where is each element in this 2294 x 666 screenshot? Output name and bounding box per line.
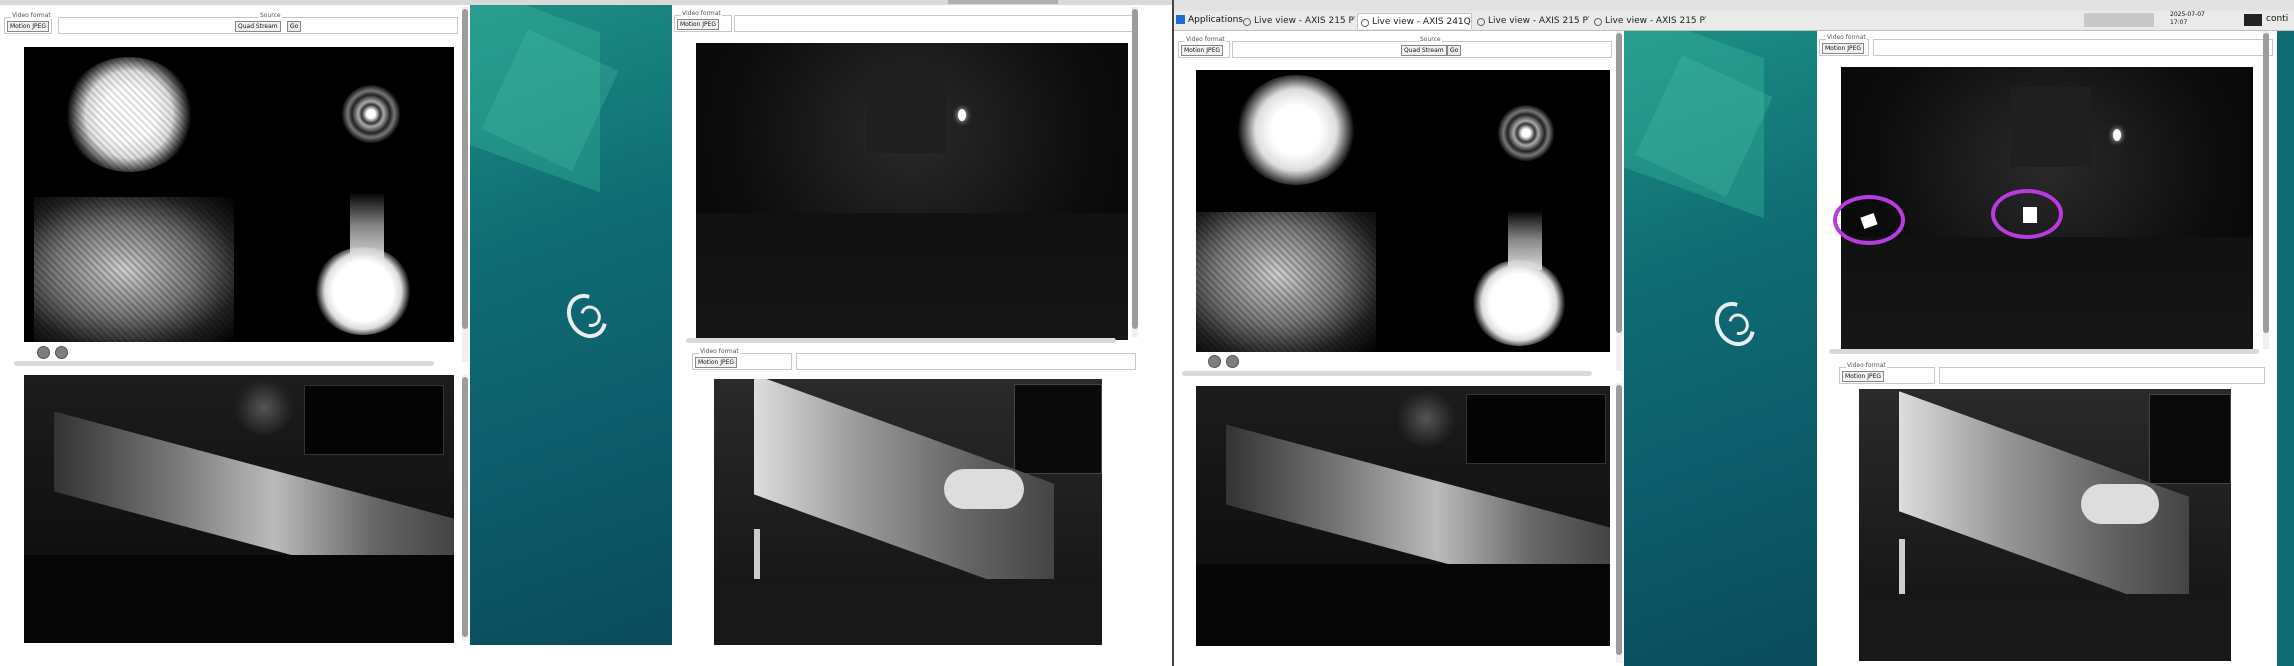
source-legend-r1: Source xyxy=(1419,36,1442,43)
blank-fieldset xyxy=(734,15,1134,32)
blank-fieldset-4 xyxy=(796,353,1136,370)
annotation-circle-right xyxy=(1991,189,2063,239)
video-format-legend-4: Video format xyxy=(699,348,740,355)
taskbar-tab-2[interactable]: Live view - AXIS 241Q Vid... xyxy=(1357,13,1472,29)
desktop-background-left xyxy=(470,5,672,645)
vertical-scrollbar-3[interactable] xyxy=(1132,7,1138,337)
video-format-select-4[interactable]: Motion JPEG xyxy=(695,357,738,368)
quad-video-feed-right xyxy=(1196,70,1610,352)
video-format-fieldset-r1: Video format Motion JPEG xyxy=(1178,36,1230,58)
video-format-fieldset-4: Video format Motion JPEG xyxy=(692,348,792,370)
video-format-legend-r4: Video format xyxy=(1846,362,1887,369)
source-fieldset: Source Quad Stream Go xyxy=(58,12,458,34)
window-dark-camera-right: Video format Motion JPEG xyxy=(1817,31,2277,361)
horizontal-scrollbar-r1[interactable] xyxy=(1182,371,1592,376)
horizontal-scrollbar-r3[interactable] xyxy=(1829,349,2259,354)
lab-overview-video-feed xyxy=(24,375,454,643)
video-format-legend-r3: Video format xyxy=(1826,34,1867,41)
window-quad-stream-left: Video format Motion JPEG Source Quad Str… xyxy=(0,5,470,373)
vertical-scrollbar-r1[interactable] xyxy=(1616,31,1622,371)
source-select-r1[interactable]: Quad Stream xyxy=(1401,45,1447,56)
video-format-select-r1[interactable]: Motion JPEG xyxy=(1181,45,1224,56)
debian-swirl-icon xyxy=(559,286,615,346)
video-format-fieldset: Video format Motion JPEG xyxy=(4,12,52,34)
play-icon[interactable] xyxy=(55,346,68,359)
window-dark-camera-left: Video format Motion JPEG xyxy=(672,5,1142,343)
source-legend: Source xyxy=(259,12,282,19)
source-fieldset-r1: Source Quad Stream Go xyxy=(1232,36,1612,58)
window-lab-overview-left xyxy=(0,373,470,645)
lab-bench-video-feed xyxy=(714,379,1102,645)
annotation-circle-left xyxy=(1833,195,1905,245)
applications-menu[interactable]: Applications xyxy=(1188,14,1243,26)
stop-icon[interactable] xyxy=(37,346,50,359)
blank-fieldset-r3 xyxy=(1873,39,2273,56)
source-select[interactable]: Quad Stream xyxy=(235,21,281,32)
stop-icon-2[interactable] xyxy=(1208,355,1221,368)
play-icon-2[interactable] xyxy=(1226,355,1239,368)
quad-video-feed xyxy=(24,47,454,342)
taskbar-tab-4[interactable]: Live view - AXIS 215 PTZ ... xyxy=(1591,13,1706,29)
window-lab-bench-left: Video format Motion JPEG xyxy=(672,343,1142,645)
vertical-scrollbar-2[interactable] xyxy=(462,375,468,641)
vertical-scrollbar[interactable] xyxy=(462,7,468,362)
desktop-background-right xyxy=(1624,31,1817,666)
video-format-select-2[interactable]: Motion JPEG xyxy=(677,19,720,30)
video-format-fieldset-r3: Video format Motion JPEG xyxy=(1819,34,1869,56)
vertical-scrollbar-r2[interactable] xyxy=(1616,383,1622,663)
workspace-switcher[interactable] xyxy=(2084,13,2154,27)
taskbar: Applications Live view - AXIS 215 PTZ ..… xyxy=(1174,11,2294,31)
video-format-legend-r1: Video format xyxy=(1185,36,1226,43)
window-quad-stream-right: Video format Motion JPEG Source Quad Str… xyxy=(1174,31,1624,381)
vertical-scrollbar-r3[interactable] xyxy=(2263,31,2269,349)
debian-swirl-icon-2 xyxy=(1707,294,1763,354)
applications-icon[interactable] xyxy=(1176,15,1185,24)
tray-icon[interactable] xyxy=(2244,14,2262,26)
video-format-legend: Video format xyxy=(11,12,52,19)
clock: 2025-07-07 17:07 xyxy=(2170,11,2205,26)
blank-fieldset-r4 xyxy=(1939,367,2265,384)
taskbar-tab-1[interactable]: Live view - AXIS 215 PTZ ... xyxy=(1240,13,1355,29)
horizontal-scrollbar[interactable] xyxy=(14,361,434,366)
window-lab-bench-right: Video format Motion JPEG xyxy=(1817,361,2277,666)
user-label: conti xyxy=(2266,14,2289,24)
video-format-select[interactable]: Motion JPEG xyxy=(7,21,50,32)
go-button-r1[interactable]: Go xyxy=(1447,45,1462,56)
right-edge-desktop xyxy=(2277,31,2294,666)
video-format-fieldset-2: Video format Motion JPEG xyxy=(674,10,732,32)
lab-overview-video-feed-right xyxy=(1196,386,1610,646)
taskbar-tab-3[interactable]: Live view - AXIS 215 PTZ ... xyxy=(1474,13,1589,29)
go-button[interactable]: Go xyxy=(287,21,302,32)
window-lab-overview-right xyxy=(1174,381,1624,666)
lab-bench-video-feed-right xyxy=(1859,389,2231,661)
left-top-tabs xyxy=(948,0,1058,4)
left-bottom-strip xyxy=(0,645,1172,666)
video-format-select-r4[interactable]: Motion JPEG xyxy=(1842,371,1885,382)
video-format-fieldset-r4: Video format Motion JPEG xyxy=(1839,362,1935,384)
video-format-select-r3[interactable]: Motion JPEG xyxy=(1822,43,1865,54)
video-format-legend-2: Video format xyxy=(681,10,722,17)
dark-camera-video-feed xyxy=(696,43,1128,340)
